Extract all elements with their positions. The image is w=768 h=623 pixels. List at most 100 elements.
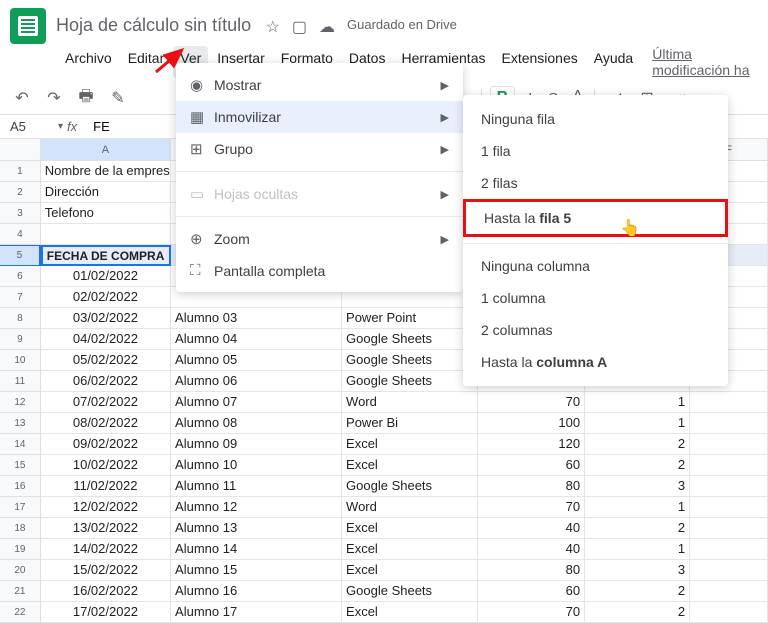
menu-archivo[interactable]: Archivo: [58, 46, 119, 78]
formula-bar[interactable]: FE: [93, 119, 110, 134]
cell[interactable]: Google Sheets: [342, 476, 478, 497]
cell[interactable]: 1: [585, 497, 690, 518]
cell[interactable]: 1: [585, 392, 690, 413]
cell[interactable]: 06/02/2022: [41, 371, 171, 392]
cell[interactable]: 3: [585, 476, 690, 497]
row-header[interactable]: 15: [0, 455, 41, 476]
cell[interactable]: Alumno 13: [171, 518, 342, 539]
menu-item-pantalla-completa[interactable]: ⛶Pantalla completa: [176, 255, 463, 286]
row-header[interactable]: 20: [0, 560, 41, 581]
cell[interactable]: 3: [585, 560, 690, 581]
cell[interactable]: 17/02/2022: [41, 602, 171, 623]
row-header[interactable]: 14: [0, 434, 41, 455]
sheets-logo[interactable]: [10, 8, 46, 44]
row-header[interactable]: 3: [0, 203, 41, 224]
cell[interactable]: Telefono: [41, 203, 171, 224]
move-icon[interactable]: ▢: [292, 17, 307, 37]
cell[interactable]: 02/02/2022: [41, 287, 171, 308]
freeze-2-cols[interactable]: 2 columnas: [463, 314, 728, 346]
cell[interactable]: 2: [585, 602, 690, 623]
row-header[interactable]: 22: [0, 602, 41, 623]
cell[interactable]: Alumno 06: [171, 371, 342, 392]
select-all-corner[interactable]: [0, 139, 41, 161]
row-header[interactable]: 6: [0, 266, 41, 287]
cell[interactable]: Alumno 09: [171, 434, 342, 455]
cell[interactable]: 03/02/2022: [41, 308, 171, 329]
row-header[interactable]: 2: [0, 182, 41, 203]
cell[interactable]: 05/02/2022: [41, 350, 171, 371]
cell[interactable]: 80: [478, 476, 585, 497]
cell[interactable]: [690, 413, 768, 434]
cell[interactable]: 1: [585, 413, 690, 434]
menu-item-mostrar[interactable]: ◉Mostrar▶: [176, 69, 463, 101]
cell[interactable]: Alumno 14: [171, 539, 342, 560]
cell[interactable]: 70: [478, 602, 585, 623]
cell[interactable]: Word: [342, 497, 478, 518]
cell[interactable]: [690, 497, 768, 518]
row-header[interactable]: 4: [0, 224, 41, 245]
row-header[interactable]: 11: [0, 371, 41, 392]
row-header[interactable]: 13: [0, 413, 41, 434]
cell[interactable]: Alumno 11: [171, 476, 342, 497]
menu-item-inmovilizar[interactable]: ▦Inmovilizar▶: [176, 101, 463, 133]
menu-ayuda[interactable]: Ayuda: [587, 46, 640, 78]
cell[interactable]: Excel: [342, 560, 478, 581]
cell[interactable]: Google Sheets: [342, 371, 478, 392]
cell[interactable]: Word: [342, 392, 478, 413]
row-header[interactable]: 18: [0, 518, 41, 539]
cell[interactable]: Alumno 05: [171, 350, 342, 371]
cell[interactable]: Nombre de la empres: [41, 161, 171, 182]
cell[interactable]: 13/02/2022: [41, 518, 171, 539]
cell[interactable]: 07/02/2022: [41, 392, 171, 413]
cell[interactable]: Power Point: [342, 308, 478, 329]
cell[interactable]: 2: [585, 581, 690, 602]
cell[interactable]: 14/02/2022: [41, 539, 171, 560]
cell[interactable]: Excel: [342, 602, 478, 623]
cell[interactable]: 16/02/2022: [41, 581, 171, 602]
cell[interactable]: 60: [478, 581, 585, 602]
print-icon[interactable]: 🖶: [74, 86, 98, 110]
cell[interactable]: Google Sheets: [342, 581, 478, 602]
cell[interactable]: 12/02/2022: [41, 497, 171, 518]
cell[interactable]: [690, 476, 768, 497]
cell[interactable]: Alumno 03: [171, 308, 342, 329]
cell[interactable]: 120: [478, 434, 585, 455]
cell[interactable]: 80: [478, 560, 585, 581]
cell[interactable]: [690, 434, 768, 455]
cell[interactable]: 2: [585, 455, 690, 476]
redo-icon[interactable]: ↷: [42, 86, 66, 110]
cell[interactable]: Dirección: [41, 182, 171, 203]
cell[interactable]: Alumno 10: [171, 455, 342, 476]
row-header[interactable]: 19: [0, 539, 41, 560]
cell[interactable]: [41, 224, 171, 245]
cell[interactable]: [690, 560, 768, 581]
freeze-no-rows[interactable]: Ninguna fila: [463, 103, 728, 135]
paint-format-icon[interactable]: ✎: [106, 86, 130, 110]
menu-extensiones[interactable]: Extensiones: [494, 46, 584, 78]
cell[interactable]: FECHA DE COMPRA: [41, 245, 171, 266]
cell[interactable]: [690, 539, 768, 560]
cell[interactable]: Alumno 16: [171, 581, 342, 602]
cell[interactable]: [690, 518, 768, 539]
menu-item-zoom[interactable]: ⊕Zoom▶: [176, 223, 463, 255]
row-header[interactable]: 21: [0, 581, 41, 602]
cell[interactable]: 60: [478, 455, 585, 476]
cell[interactable]: Alumno 15: [171, 560, 342, 581]
cell[interactable]: 40: [478, 539, 585, 560]
cell[interactable]: 10/02/2022: [41, 455, 171, 476]
cell[interactable]: [690, 392, 768, 413]
cell[interactable]: 08/02/2022: [41, 413, 171, 434]
freeze-1-row[interactable]: 1 fila: [463, 135, 728, 167]
column-header-a[interactable]: A: [41, 139, 171, 161]
cell[interactable]: Alumno 08: [171, 413, 342, 434]
cell[interactable]: [690, 602, 768, 623]
freeze-no-cols[interactable]: Ninguna columna: [463, 250, 728, 282]
cell[interactable]: Power Bi: [342, 413, 478, 434]
cell[interactable]: Alumno 04: [171, 329, 342, 350]
cell[interactable]: 04/02/2022: [41, 329, 171, 350]
cell[interactable]: Excel: [342, 434, 478, 455]
cell[interactable]: [690, 581, 768, 602]
row-header[interactable]: 5: [0, 245, 41, 266]
freeze-up-to-col-a[interactable]: Hasta la columna A: [463, 346, 728, 378]
row-header[interactable]: 8: [0, 308, 41, 329]
